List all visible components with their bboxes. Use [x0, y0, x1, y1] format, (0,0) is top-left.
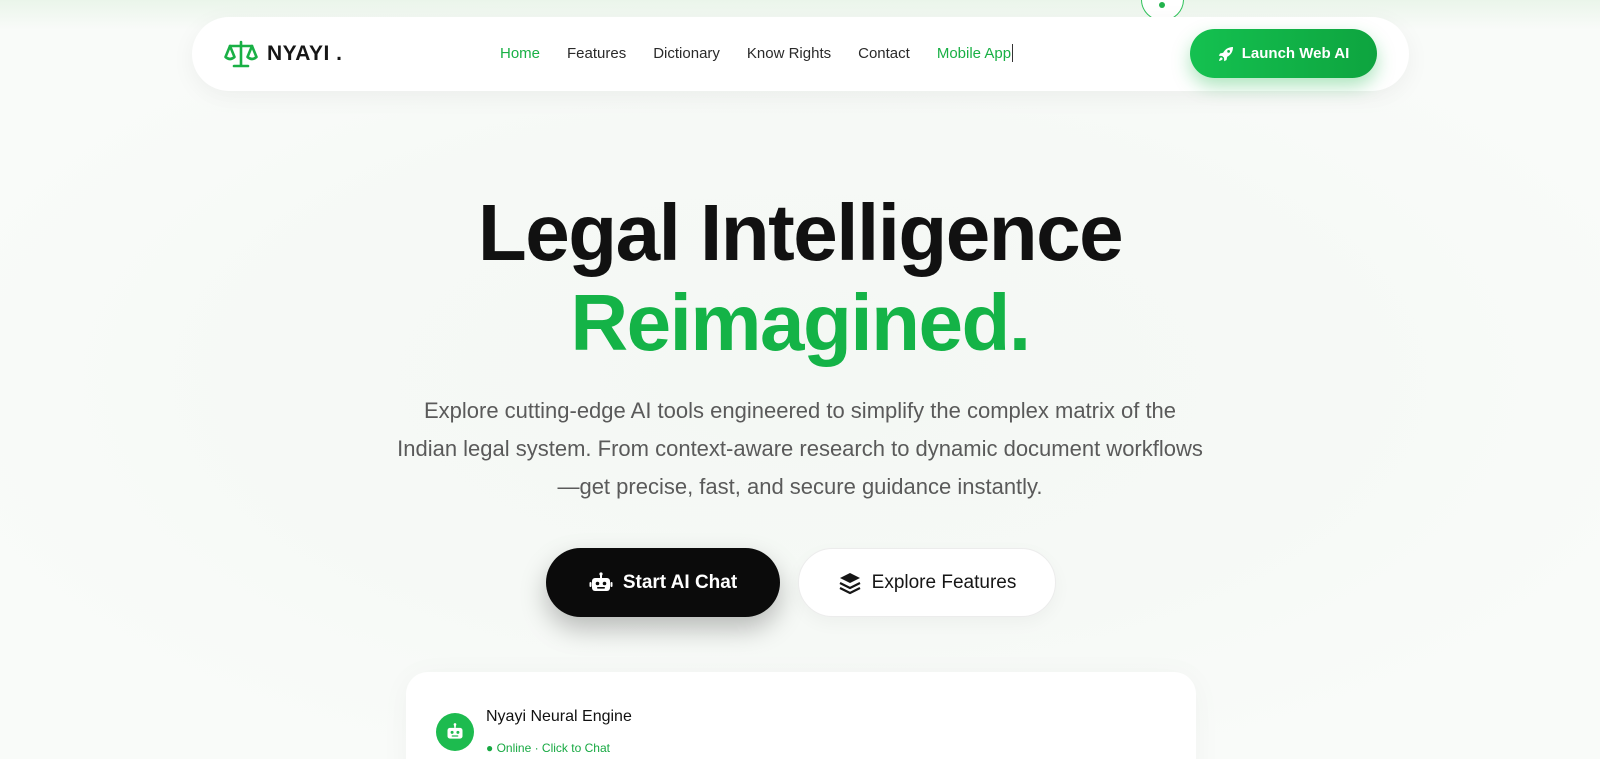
text-cursor [1012, 44, 1014, 62]
chat-preview-card[interactable]: Nyayi Neural Engine ● Online · Click to … [406, 672, 1196, 759]
nav-link-know-rights[interactable]: Know Rights [747, 44, 831, 64]
nav-link-contact[interactable]: Contact [858, 44, 910, 64]
explore-features-label: Explore Features [871, 571, 1017, 593]
hero-title: Legal Intelligence Reimagined. [0, 188, 1600, 368]
brand[interactable]: NYAYI . [224, 39, 343, 69]
chat-status: ● Online · Click to Chat [486, 741, 610, 755]
hero-title-line1: Legal Intelligence [477, 188, 1124, 277]
navbar: NYAYI . Home Features Dictionary Know Ri… [192, 17, 1409, 91]
start-ai-chat-label: Start AI Chat [622, 571, 738, 593]
nav-link-mobile-app-wrap: Mobile App [937, 44, 1014, 64]
explore-features-button[interactable]: Explore Features [798, 548, 1056, 617]
start-ai-chat-button[interactable]: Start AI Chat [546, 548, 780, 617]
cta-row: Start AI Chat Explore Features [546, 548, 1056, 617]
chat-avatar [436, 713, 474, 751]
hero-subtitle: Explore cutting-edge AI tools engineered… [397, 398, 1203, 499]
robot-icon [447, 723, 463, 739]
launch-web-ai-label: Launch Web AI [1241, 45, 1350, 62]
scales-of-justice-icon [224, 40, 258, 68]
nav-links: Home Features Dictionary Know Rights Con… [500, 44, 1014, 64]
robot-icon [589, 571, 613, 591]
layers-icon [839, 572, 861, 594]
hero-title-line2: Reimagined. [570, 278, 1031, 367]
nav-link-home[interactable]: Home [500, 44, 540, 64]
nav-link-dictionary[interactable]: Dictionary [653, 44, 720, 64]
rocket-icon [1218, 46, 1233, 61]
nav-link-mobile-app[interactable]: Mobile App [937, 45, 1011, 62]
chat-engine-name: Nyayi Neural Engine [486, 708, 632, 725]
brand-name: NYAYI . [267, 42, 343, 65]
nav-link-features[interactable]: Features [567, 44, 626, 64]
launch-web-ai-button[interactable]: Launch Web AI [1190, 29, 1377, 78]
